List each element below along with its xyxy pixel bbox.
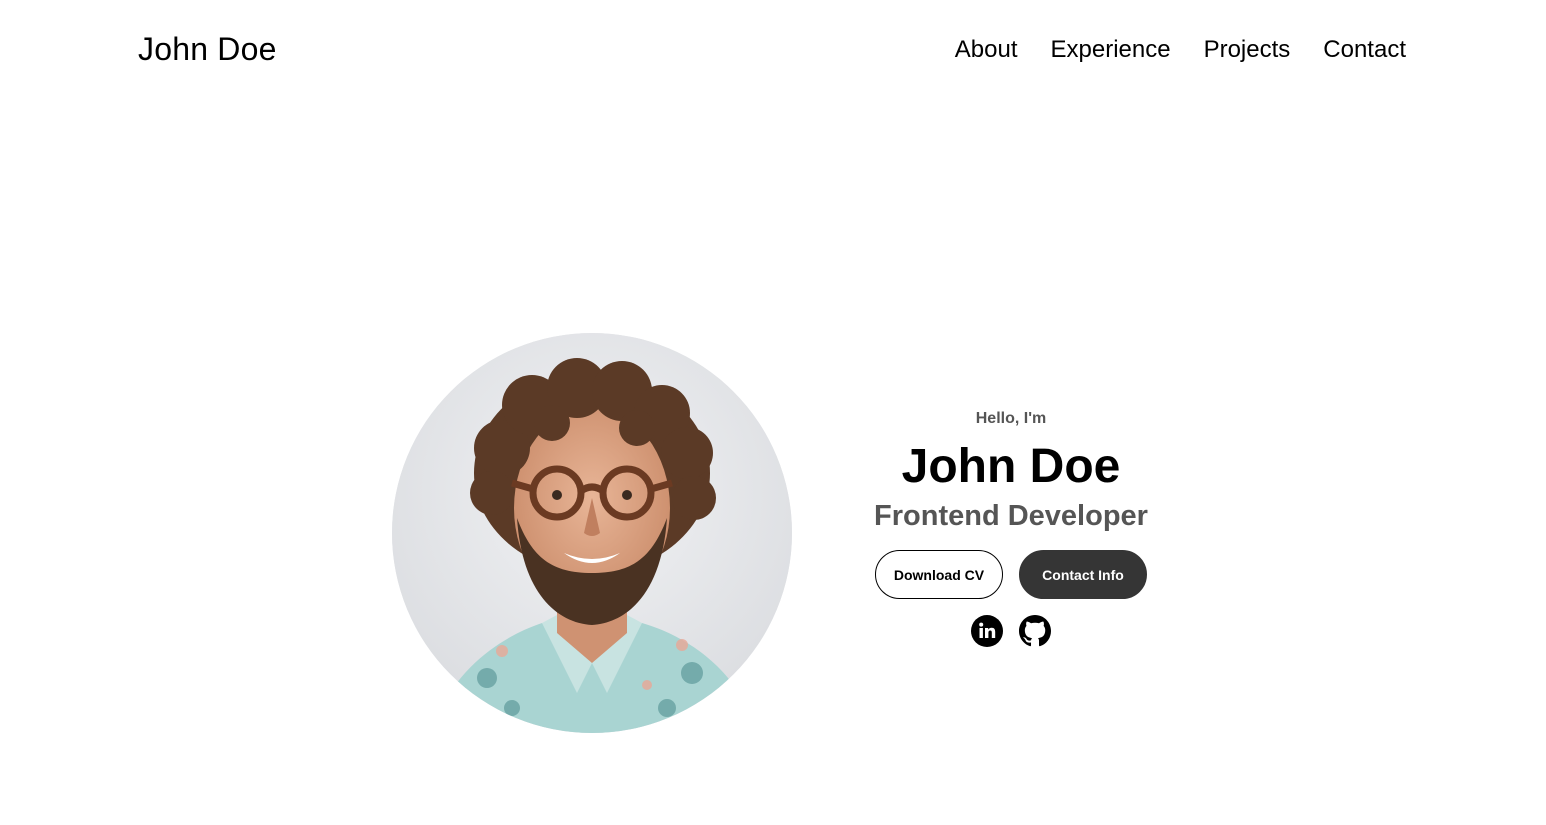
nav-item-about: About	[955, 34, 1018, 66]
nav-item-contact: Contact	[1323, 34, 1406, 66]
nav-links: About Experience Projects Contact	[955, 34, 1406, 66]
download-cv-button[interactable]: Download CV	[875, 550, 1003, 599]
profile-portrait-illustration	[392, 333, 792, 733]
hero-text: Hello, I'm John Doe Frontend Developer D…	[851, 408, 1171, 647]
contact-info-button[interactable]: Contact Info	[1019, 550, 1147, 599]
nav-item-experience: Experience	[1051, 34, 1171, 66]
nav-item-projects: Projects	[1204, 34, 1291, 66]
hero-buttons: Download CV Contact Info	[851, 550, 1171, 599]
nav-link-projects[interactable]: Projects	[1204, 36, 1291, 63]
social-links	[851, 615, 1171, 647]
nav-link-contact[interactable]: Contact	[1323, 36, 1406, 63]
navbar: John Doe About Experience Projects Conta…	[0, 0, 1546, 100]
github-icon[interactable]	[1019, 615, 1051, 647]
site-logo[interactable]: John Doe	[138, 30, 277, 68]
linkedin-icon[interactable]	[971, 615, 1003, 647]
hero-role: Frontend Developer	[874, 500, 1148, 532]
nav-link-experience[interactable]: Experience	[1051, 36, 1171, 63]
hero-name: John Doe	[901, 440, 1121, 493]
profile-picture	[392, 333, 792, 733]
nav-link-about[interactable]: About	[955, 36, 1018, 63]
greeting-text: Hello, I'm	[975, 410, 1047, 427]
